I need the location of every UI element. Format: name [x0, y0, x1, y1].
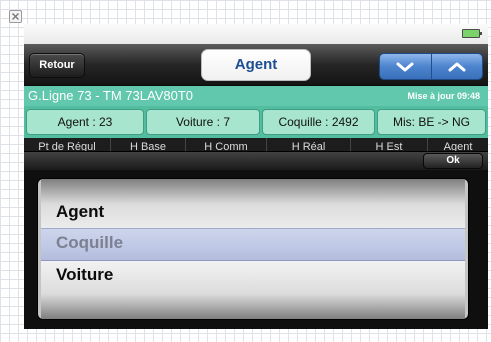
line-label: G.Ligne 73 - TM 73LAV80T0 [28, 88, 194, 103]
count-agent[interactable]: Agent : 23 [26, 109, 144, 135]
app-screen: Retour Agent G.Ligne 73 - TM 73LAV80T0 M… [24, 24, 488, 329]
column-header: H Est [351, 138, 428, 151]
navigation-bar: Retour Agent [24, 44, 488, 86]
picker-option-coquille[interactable]: Coquille [56, 233, 123, 253]
column-header: H Base [111, 138, 186, 151]
back-button[interactable]: Retour [29, 53, 85, 78]
line-info-bar: G.Ligne 73 - TM 73LAV80T0 Mise à jour 09… [24, 86, 488, 106]
counts-bar: Agent : 23 Voiture : 7 Coquille : 2492 M… [24, 106, 488, 138]
picker-panel: Agent Coquille Voiture [24, 170, 488, 329]
picker-option-voiture[interactable]: Voiture [56, 265, 113, 285]
column-header: Agent [443, 141, 473, 151]
count-coquille[interactable]: Coquille : 2492 [262, 109, 375, 135]
count-mis[interactable]: Mis: BE -> NG [377, 109, 486, 135]
column-header: H Comm [186, 138, 267, 151]
table-header: Pt de Régul H Base H Comm H Réal H Est A… [24, 138, 488, 152]
picker-option-agent[interactable]: Agent [56, 202, 104, 222]
up-button[interactable] [430, 54, 482, 79]
status-bar [24, 24, 488, 44]
column-header: H Réal [267, 138, 351, 151]
ok-button[interactable]: Ok [423, 153, 483, 169]
column-header: Pt de Régul [24, 138, 111, 151]
picker-wheel[interactable]: Agent Coquille Voiture [41, 179, 465, 319]
chevron-up-icon [448, 62, 466, 71]
down-button[interactable] [380, 54, 431, 79]
page-title[interactable]: Agent [201, 49, 311, 81]
close-icon[interactable] [9, 10, 22, 23]
count-voiture[interactable]: Voiture : 7 [146, 109, 260, 135]
nav-arrows [379, 53, 483, 80]
battery-icon [462, 29, 482, 38]
picker-toolbar: Ok [24, 152, 488, 170]
update-time: Mise à jour 09:48 [407, 91, 480, 101]
chevron-down-icon [396, 62, 414, 71]
picker-wheel-frame: Agent Coquille Voiture [37, 178, 469, 320]
